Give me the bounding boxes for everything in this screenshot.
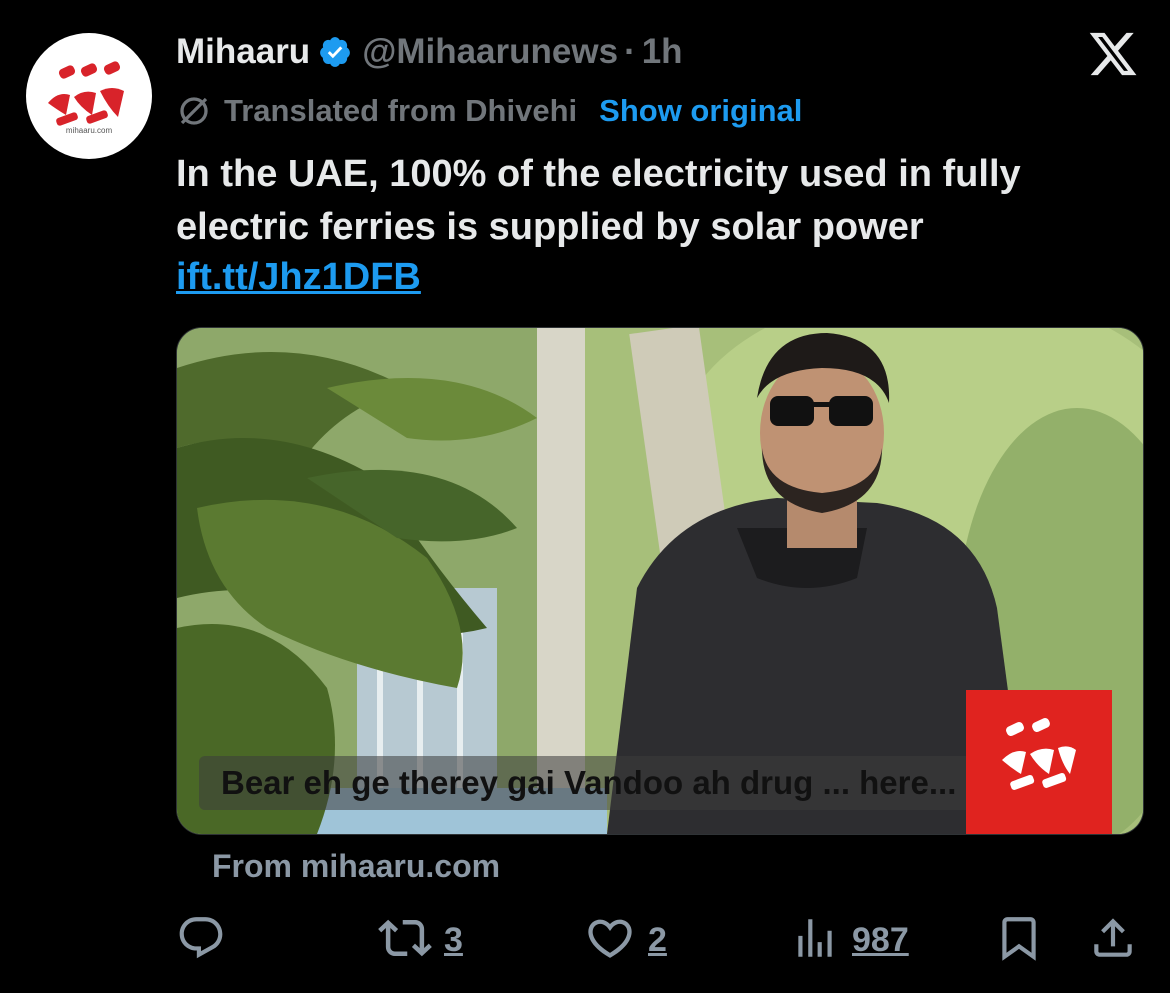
image-caption: Bear eh ge therey gai Vandoo ah drug ...… — [221, 764, 957, 801]
show-original-link[interactable]: Show original — [599, 93, 802, 129]
bookmark-icon — [994, 913, 1044, 968]
tweet-link[interactable]: ift.tt/Jhz1DFB — [176, 256, 421, 299]
link-preview-card[interactable]: Bear eh ge therey gai Vandoo ah drug ...… — [176, 327, 1144, 835]
reply-icon — [176, 913, 226, 968]
translate-icon — [176, 93, 212, 129]
mihaaru-logo: mihaaru.com — [48, 61, 124, 135]
retweet-icon — [378, 911, 432, 970]
bookmark-button[interactable] — [994, 912, 1044, 968]
author-handle[interactable]: @Mihaarunews — [362, 32, 618, 72]
tweet-header: Mihaaru @Mihaarunews · 1h — [176, 28, 683, 76]
views-button[interactable]: 987 — [790, 912, 909, 968]
x-logo-icon — [1087, 28, 1139, 80]
verified-badge-icon — [318, 35, 352, 69]
retweet-button[interactable]: 3 — [378, 912, 463, 968]
tweet-text: In the UAE, 100% of the electricity used… — [176, 153, 1021, 248]
header-separator: · — [624, 32, 636, 71]
translation-notice: Translated from Dhivehi Show original — [176, 90, 802, 132]
action-bar: 3 2 987 — [0, 912, 1170, 972]
avatar[interactable]: mihaaru.com — [26, 33, 152, 159]
avatar-caption: mihaaru.com — [66, 126, 113, 135]
views-icon — [790, 913, 840, 968]
mihaaru-badge — [966, 690, 1112, 834]
translated-label: Translated from Dhivehi — [224, 93, 578, 128]
like-button[interactable]: 2 — [584, 912, 667, 968]
share-button[interactable] — [1088, 912, 1138, 968]
share-icon — [1088, 913, 1138, 968]
tweet-time[interactable]: 1h — [642, 32, 683, 72]
heart-icon — [584, 912, 636, 969]
reply-button[interactable] — [176, 912, 238, 968]
retweet-count: 3 — [444, 920, 463, 959]
author-name[interactable]: Mihaaru — [176, 32, 310, 72]
views-count: 987 — [852, 920, 909, 959]
like-count: 2 — [648, 920, 667, 959]
card-source[interactable]: From mihaaru.com — [212, 848, 500, 885]
